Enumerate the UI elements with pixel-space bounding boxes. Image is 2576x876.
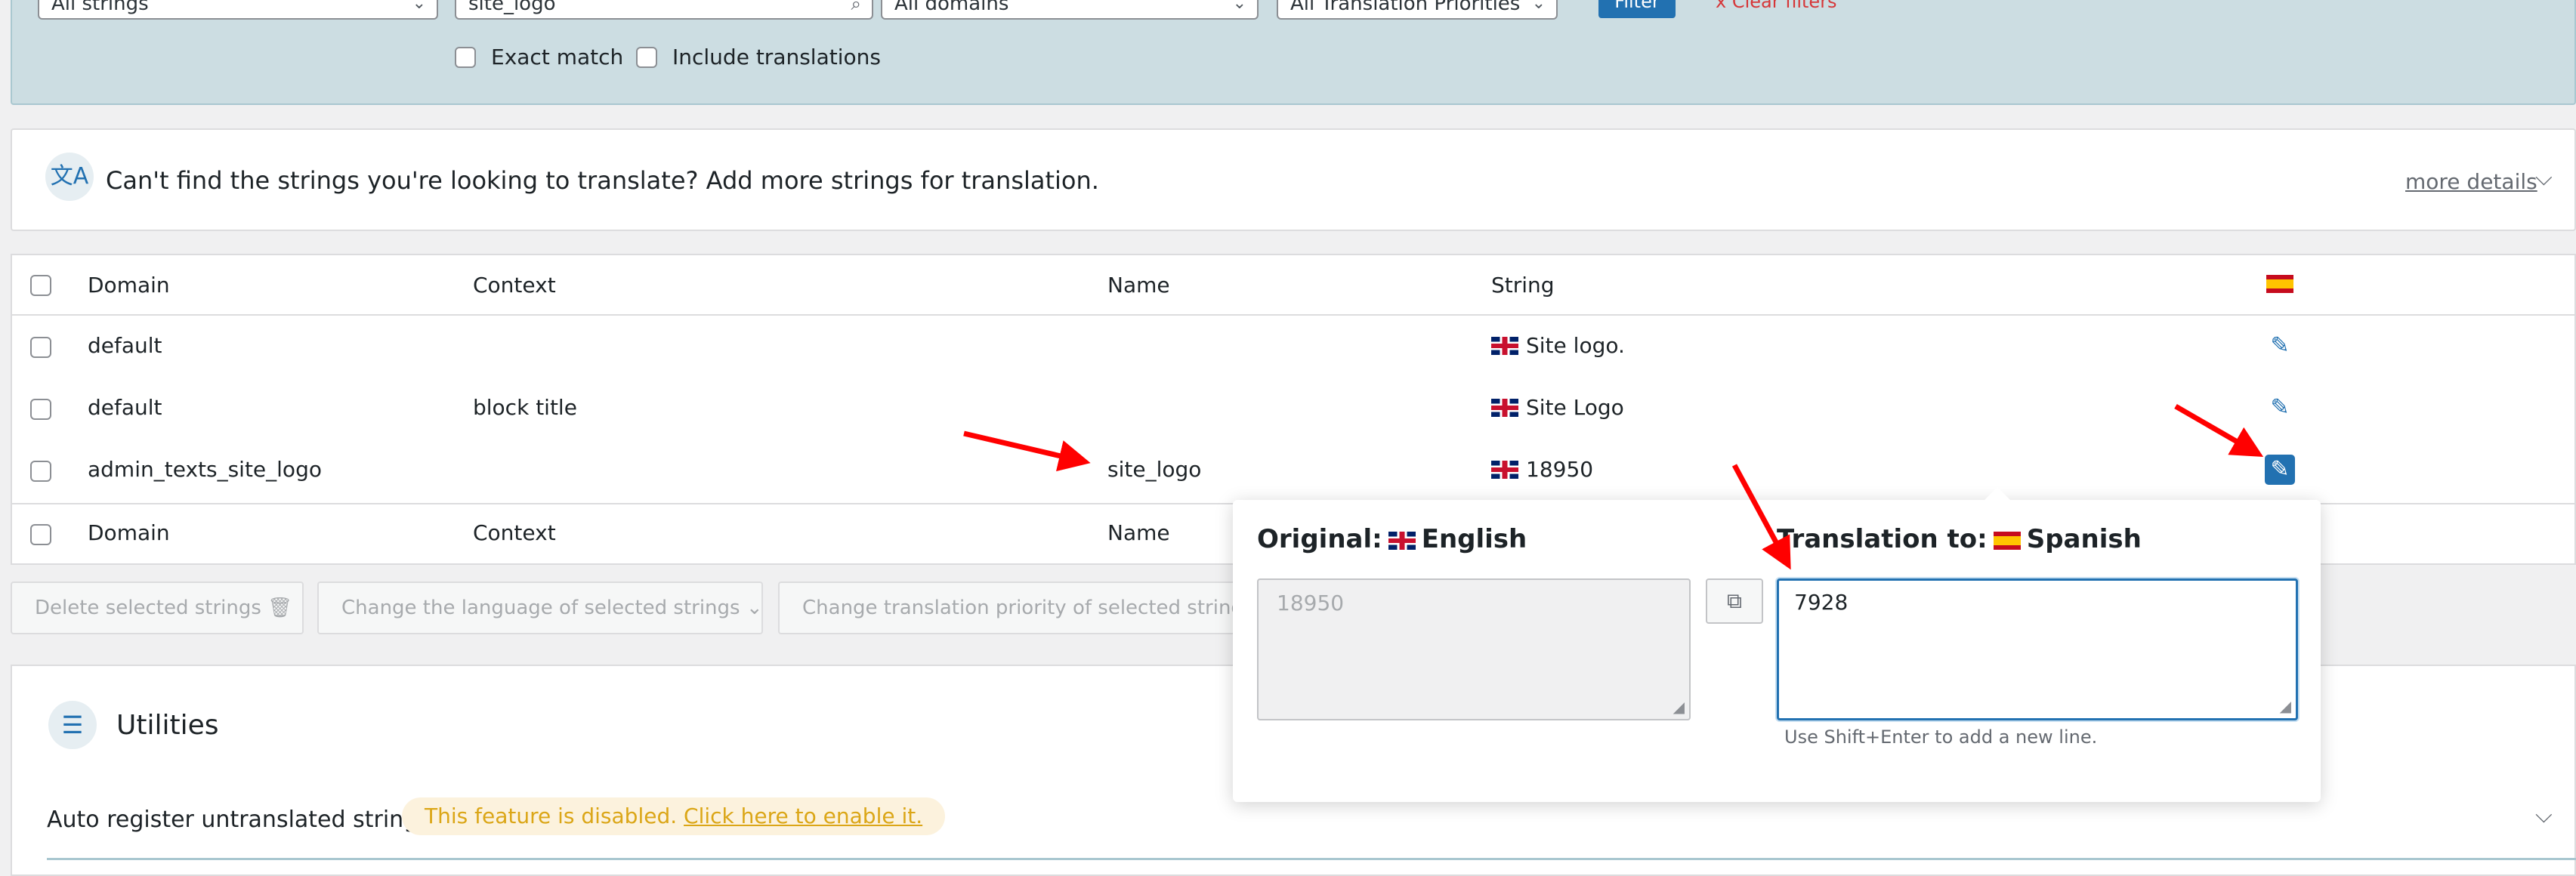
change-language-label: Change the language of selected strings — [341, 597, 740, 619]
row-checkbox[interactable] — [30, 461, 51, 482]
uk-flag-icon — [1388, 532, 1416, 550]
auto-register-label: Auto register untranslated strings — [47, 807, 430, 833]
translation-heading: Translation to: Spanish — [1777, 524, 2142, 554]
delete-selected-button[interactable]: Delete selected strings 🗑 — [11, 581, 304, 634]
uk-flag-icon — [1491, 399, 1518, 417]
search-input[interactable]: site_logo ⌕ — [455, 0, 873, 20]
feature-disabled-badge: This feature is disabled. Click here to … — [402, 797, 946, 835]
filter-button[interactable]: Filter — [1598, 0, 1676, 18]
row-string-text: Site logo. — [1526, 333, 1625, 358]
chevron-down-icon[interactable]: ⌵ — [2535, 165, 2553, 191]
trash-icon: 🗑 — [267, 597, 293, 619]
change-language-button[interactable]: Change the language of selected strings … — [317, 581, 763, 634]
spanish-flag-icon — [2266, 272, 2293, 296]
table-row: admin_texts_site_logo site_logo 18950 ✎ — [12, 441, 2574, 501]
utilities-title: Utilities — [116, 710, 219, 741]
resize-handle-icon[interactable]: ◢ — [2280, 697, 2291, 715]
chevron-down-icon: ⌄ — [746, 597, 763, 619]
spanish-flag-icon — [1993, 532, 2021, 550]
original-label: Original: — [1257, 524, 1382, 554]
row-checkbox[interactable] — [30, 399, 51, 420]
filter-bar: All strings ⌄ site_logo ⌕ All domains ⌄ … — [11, 0, 2576, 105]
row-string: Site Logo — [1491, 396, 1624, 420]
strings-select[interactable]: All strings ⌄ — [38, 0, 438, 20]
search-input-value: site_logo — [468, 0, 556, 15]
chevron-down-icon: ⌄ — [1531, 0, 1546, 13]
chevron-down-icon: ⌄ — [412, 0, 426, 13]
strings-select-value: All strings — [51, 0, 149, 15]
original-heading: Original: English — [1257, 524, 1527, 554]
more-details-link[interactable]: more details — [2405, 169, 2537, 194]
chevron-down-icon: ⌄ — [1232, 0, 1246, 13]
row-string-text: Site Logo — [1526, 395, 1624, 420]
resize-handle-icon: ◢ — [1673, 698, 1685, 716]
select-all-checkbox[interactable] — [30, 524, 51, 545]
footer-domain[interactable]: Domain — [88, 521, 170, 545]
translation-label: Translation to: — [1777, 524, 1988, 554]
add-strings-notice: 文A Can't find the strings you're looking… — [11, 128, 2576, 231]
header-string[interactable]: String — [1491, 273, 1555, 298]
edit-pencil-icon[interactable]: ✎ — [2265, 455, 2295, 485]
table-row: default Site logo. ✎ — [12, 317, 2574, 378]
clear-filters-link[interactable]: x Clear filters — [1716, 0, 1837, 14]
change-priority-label: Change translation priority of selected … — [802, 597, 1254, 619]
row-string-text: 18950 — [1526, 457, 1594, 482]
uk-flag-icon — [1491, 461, 1518, 479]
row-domain: default — [88, 395, 162, 420]
delete-selected-label: Delete selected strings — [35, 597, 261, 619]
row-string: Site logo. — [1491, 334, 1625, 358]
table-header-row: Domain Context Name String — [12, 255, 2574, 316]
copy-icon: ⧉ — [1727, 588, 1742, 613]
priorities-select[interactable]: All Translation Priorities ⌄ — [1277, 0, 1558, 20]
header-domain[interactable]: Domain — [88, 273, 170, 298]
chevron-down-icon[interactable]: ⌵ — [2535, 802, 2553, 828]
exact-match-label: Exact match — [491, 45, 624, 69]
include-translations-label: Include translations — [672, 45, 881, 69]
select-all-checkbox[interactable] — [30, 275, 51, 296]
uk-flag-icon — [1491, 337, 1518, 355]
translation-textarea[interactable]: 7928 ◢ — [1777, 578, 2298, 720]
original-textarea: 18950 ◢ — [1257, 578, 1691, 720]
exact-match-checkbox[interactable] — [455, 47, 476, 68]
edit-pencil-icon[interactable]: ✎ — [2265, 393, 2295, 423]
translate-icon: 文A — [45, 153, 94, 201]
footer-context[interactable]: Context — [473, 521, 556, 545]
enable-feature-link[interactable]: Click here to enable it. — [684, 804, 922, 828]
row-checkbox[interactable] — [30, 337, 51, 358]
edit-pencil-icon[interactable]: ✎ — [2265, 331, 2295, 361]
search-icon: ⌕ — [851, 0, 861, 14]
row-string: 18950 — [1491, 458, 1593, 482]
translation-language: Spanish — [2026, 524, 2142, 554]
header-name[interactable]: Name — [1107, 273, 1170, 298]
row-domain: admin_texts_site_logo — [88, 457, 322, 482]
footer-name[interactable]: Name — [1107, 521, 1170, 545]
copy-original-button[interactable]: ⧉ — [1706, 578, 1763, 624]
feature-disabled-text: This feature is disabled. — [425, 804, 678, 828]
header-context[interactable]: Context — [473, 273, 556, 298]
domains-select-value: All domains — [894, 0, 1009, 15]
priorities-select-value: All Translation Priorities — [1290, 0, 1521, 15]
change-priority-button[interactable]: Change translation priority of selected … — [778, 581, 1262, 634]
domains-select[interactable]: All domains ⌄ — [881, 0, 1259, 20]
row-name: site_logo — [1107, 457, 1202, 482]
translation-text: 7928 — [1794, 590, 1849, 615]
newline-hint: Use Shift+Enter to add a new line. — [1784, 726, 2098, 748]
include-translations-checkbox[interactable] — [636, 47, 657, 68]
row-domain: default — [88, 333, 162, 358]
translation-popup: Original: English Translation to: Spanish … — [1233, 487, 2321, 802]
original-language: English — [1421, 524, 1527, 554]
table-row: default block title Site Logo ✎ — [12, 379, 2574, 440]
row-context: block title — [473, 395, 577, 420]
sliders-icon: ☰ — [48, 701, 97, 749]
notice-text: Can't find the strings you're looking to… — [106, 166, 1099, 195]
original-text: 18950 — [1277, 591, 1345, 615]
